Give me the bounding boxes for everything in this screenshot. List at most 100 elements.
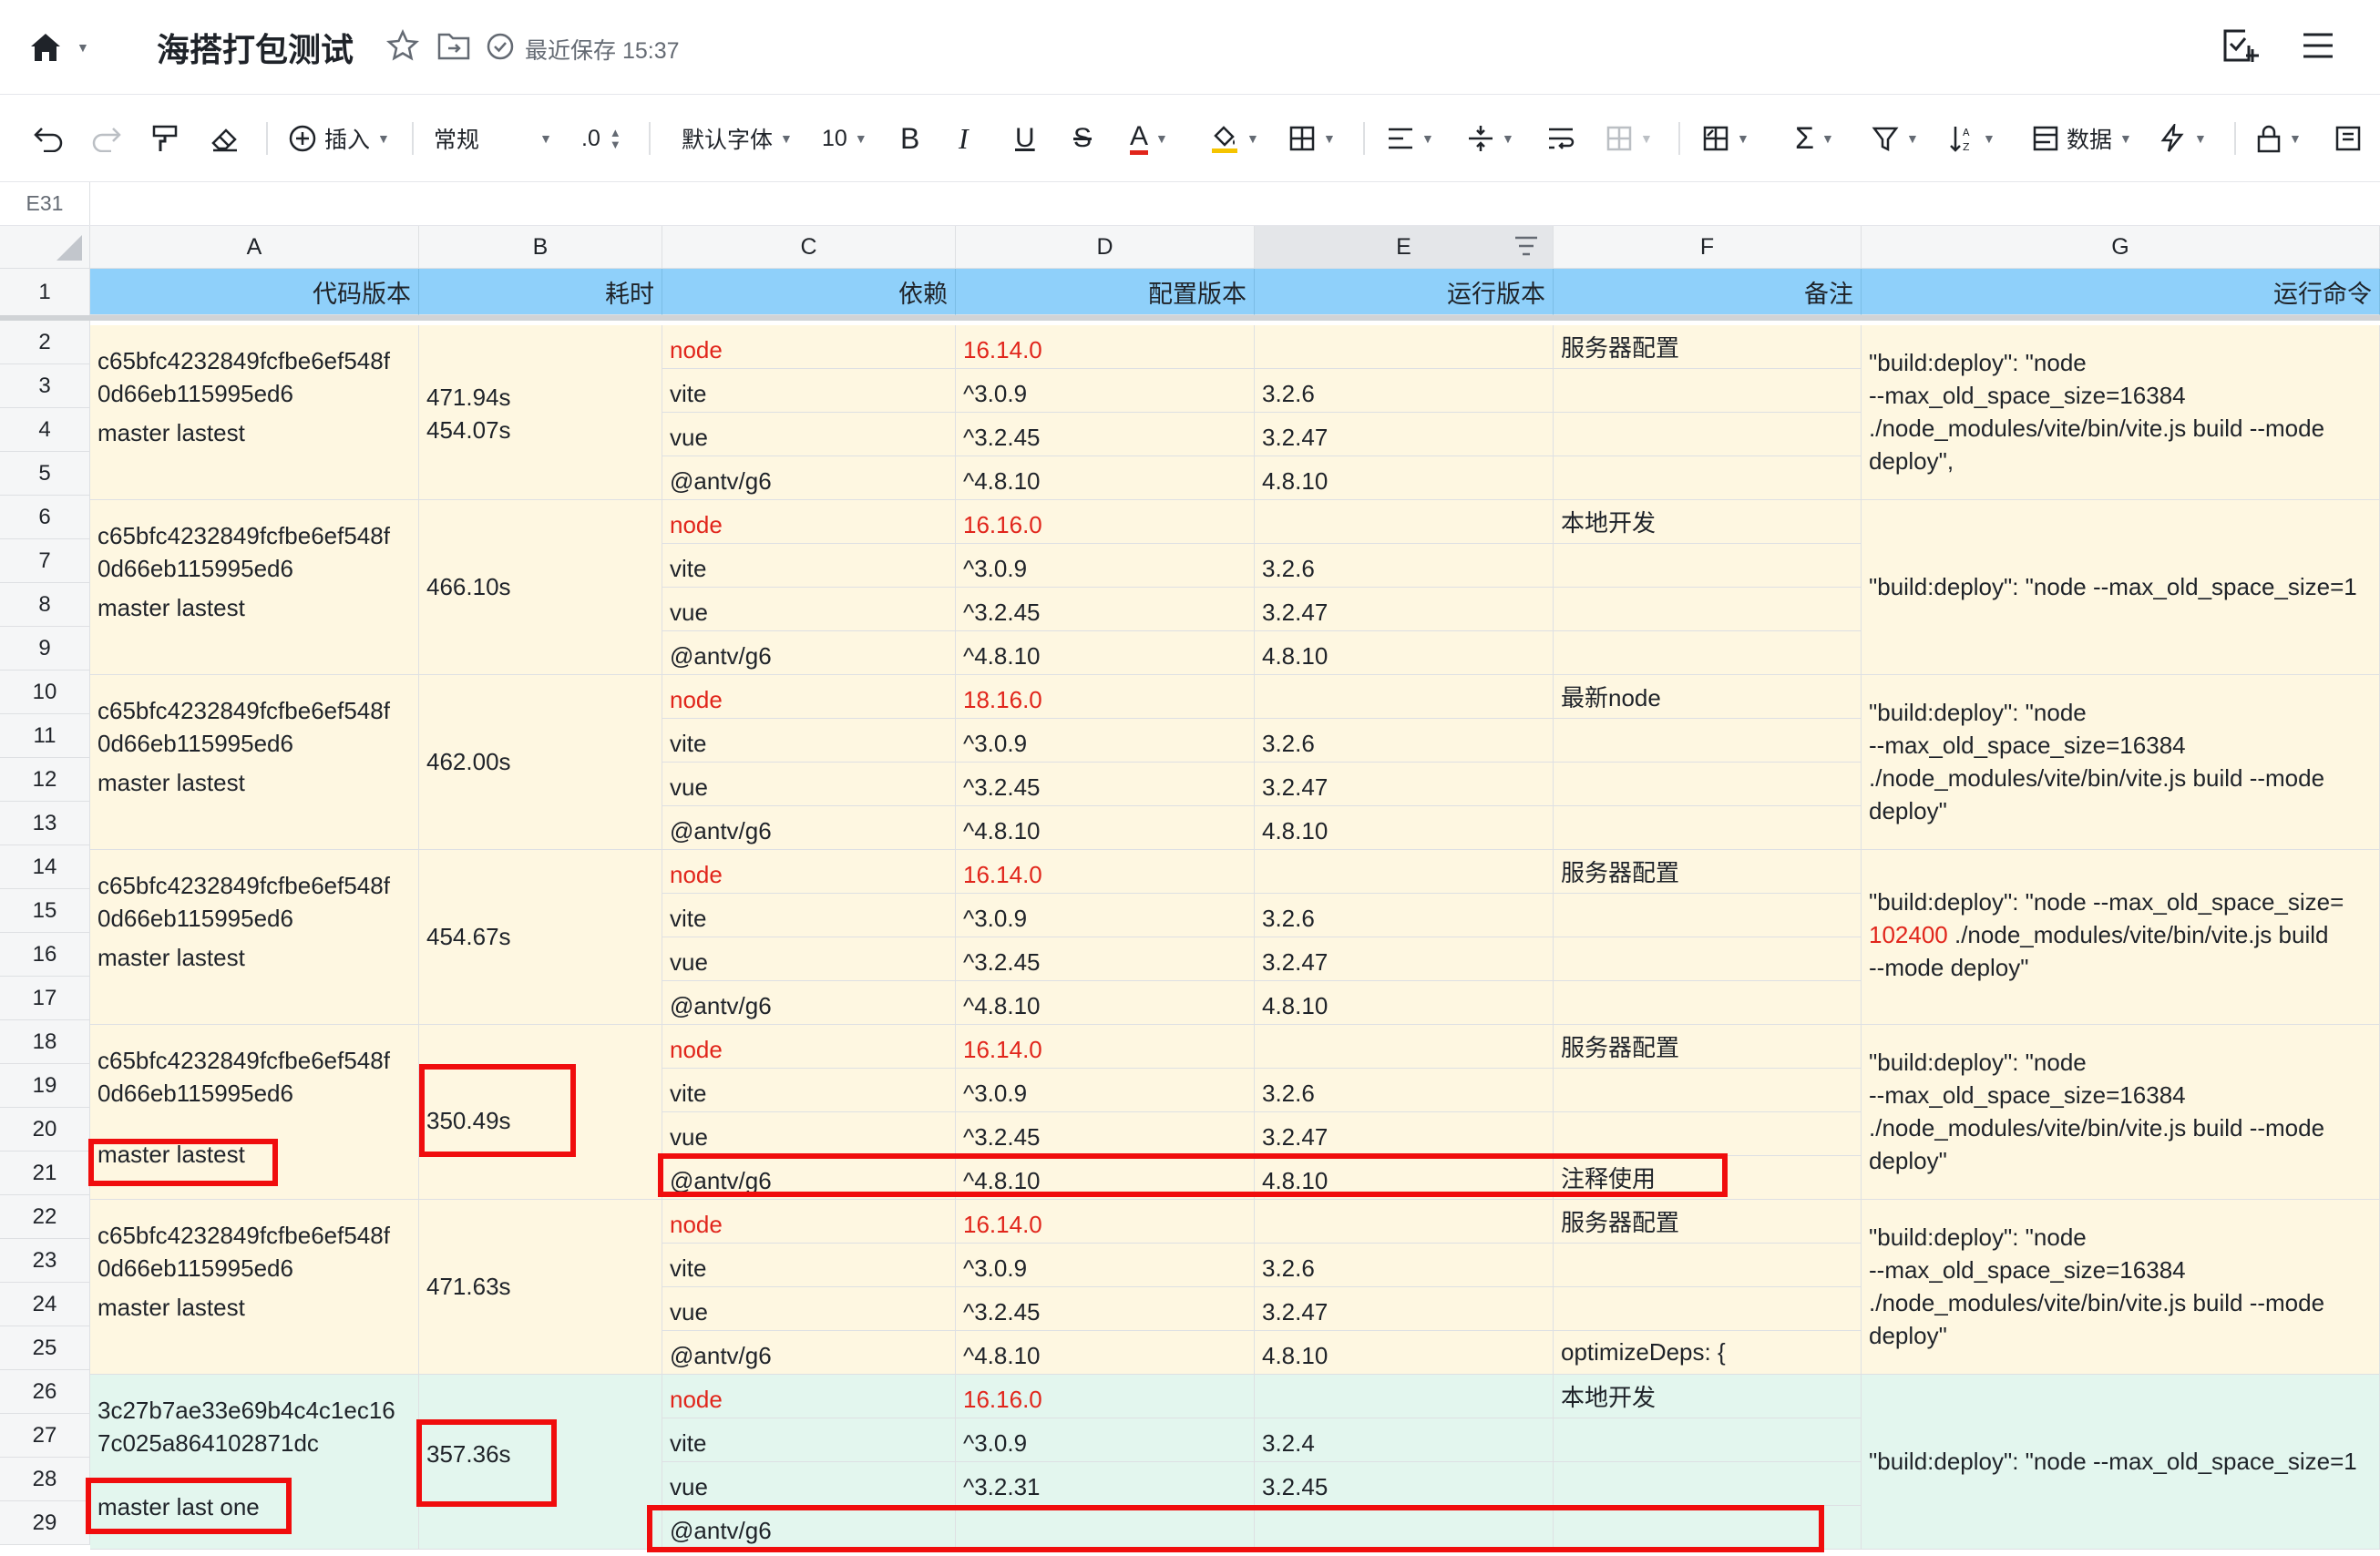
note-cell[interactable] bbox=[1554, 763, 1862, 806]
row-header[interactable]: 8 bbox=[0, 583, 90, 627]
run-version-cell[interactable]: 4.8.10 bbox=[1255, 806, 1554, 850]
column-header-g[interactable]: G bbox=[1862, 226, 2380, 269]
select-all-corner[interactable] bbox=[0, 226, 90, 269]
run-command-cell[interactable]: "build:deploy": "node --max_old_space_si… bbox=[1862, 1375, 2380, 1550]
config-version-cell[interactable] bbox=[956, 1506, 1255, 1550]
config-version-cell[interactable]: ^3.2.31 bbox=[956, 1462, 1255, 1506]
run-version-cell[interactable]: 3.2.6 bbox=[1255, 894, 1554, 937]
run-version-cell[interactable] bbox=[1255, 1025, 1554, 1069]
column-header-c[interactable]: C bbox=[662, 226, 956, 269]
run-command-cell[interactable]: "build:deploy": "node --max_old_space_si… bbox=[1862, 500, 2380, 675]
row-header[interactable]: 16 bbox=[0, 933, 90, 977]
run-version-cell[interactable]: 3.2.6 bbox=[1255, 544, 1554, 588]
run-version-cell[interactable]: 3.2.47 bbox=[1255, 937, 1554, 981]
note-cell[interactable] bbox=[1554, 981, 1862, 1025]
row-header[interactable]: 12 bbox=[0, 758, 90, 802]
config-version-cell[interactable]: ^3.2.45 bbox=[956, 1112, 1255, 1156]
note-cell[interactable]: 注释使用 bbox=[1554, 1156, 1862, 1200]
dependency-cell[interactable]: node bbox=[662, 325, 956, 369]
dependency-cell[interactable]: vite bbox=[662, 544, 956, 588]
run-command-cell[interactable]: "build:deploy": "node --max_old_space_siz… bbox=[1862, 1025, 2380, 1200]
row-header[interactable]: 13 bbox=[0, 802, 90, 845]
dependency-cell[interactable]: node bbox=[662, 675, 956, 719]
column-header-a[interactable]: A bbox=[90, 226, 419, 269]
run-command-cell[interactable]: "build:deploy": "node --max_old_space_siz… bbox=[1862, 325, 2380, 500]
header-cell[interactable]: 依赖 bbox=[662, 269, 956, 315]
note-cell[interactable] bbox=[1554, 413, 1862, 456]
run-version-cell[interactable]: 3.2.47 bbox=[1255, 763, 1554, 806]
note-cell[interactable] bbox=[1554, 1112, 1862, 1156]
duration-cell[interactable]: 350.49s bbox=[419, 1025, 662, 1200]
duration-cell[interactable]: 454.67s bbox=[419, 850, 662, 1025]
code-version-cell[interactable]: c65bfc4232849fcfbe6ef548f 0d66eb115995ed6… bbox=[90, 500, 419, 675]
column-header-f[interactable]: F bbox=[1554, 226, 1862, 269]
dependency-cell[interactable]: @antv/g6 bbox=[662, 1331, 956, 1375]
note-cell[interactable]: 本地开发 bbox=[1554, 1375, 1862, 1418]
note-cell[interactable] bbox=[1554, 719, 1862, 763]
dependency-cell[interactable]: vue bbox=[662, 1112, 956, 1156]
dependency-cell[interactable]: @antv/g6 bbox=[662, 631, 956, 675]
config-version-cell[interactable]: 16.14.0 bbox=[956, 850, 1255, 894]
config-version-cell[interactable]: ^4.8.10 bbox=[956, 806, 1255, 850]
column-filter-icon[interactable] bbox=[1513, 235, 1539, 259]
dependency-cell[interactable]: vite bbox=[662, 719, 956, 763]
config-version-cell[interactable]: ^4.8.10 bbox=[956, 631, 1255, 675]
row-header[interactable]: 24 bbox=[0, 1283, 90, 1326]
run-version-cell[interactable]: 3.2.47 bbox=[1255, 588, 1554, 631]
note-cell[interactable] bbox=[1554, 1287, 1862, 1331]
note-cell[interactable] bbox=[1554, 588, 1862, 631]
note-cell[interactable] bbox=[1554, 894, 1862, 937]
column-header-b[interactable]: B bbox=[419, 226, 662, 269]
duration-cell[interactable]: 471.63s bbox=[419, 1200, 662, 1375]
header-cell[interactable]: 备注 bbox=[1554, 269, 1862, 315]
run-version-cell[interactable]: 4.8.10 bbox=[1255, 456, 1554, 500]
dependency-cell[interactable]: vue bbox=[662, 1287, 956, 1331]
dependency-cell[interactable]: vite bbox=[662, 369, 956, 413]
config-version-cell[interactable]: ^3.2.45 bbox=[956, 588, 1255, 631]
header-cell[interactable]: 代码版本 bbox=[90, 269, 419, 315]
config-version-cell[interactable]: ^3.0.9 bbox=[956, 1069, 1255, 1112]
run-version-cell[interactable] bbox=[1255, 1506, 1554, 1550]
note-cell[interactable] bbox=[1554, 456, 1862, 500]
config-version-cell[interactable]: ^3.0.9 bbox=[956, 1244, 1255, 1287]
duration-cell[interactable]: 462.00s bbox=[419, 675, 662, 850]
code-version-cell[interactable]: 3c27b7ae33e69b4c4c1ec16 7c025a864102871dc… bbox=[90, 1375, 419, 1550]
run-version-cell[interactable]: 3.2.47 bbox=[1255, 1112, 1554, 1156]
duration-cell[interactable]: 466.10s bbox=[419, 500, 662, 675]
note-cell[interactable] bbox=[1554, 1244, 1862, 1287]
note-cell[interactable] bbox=[1554, 631, 1862, 675]
dependency-cell[interactable]: vite bbox=[662, 1418, 956, 1462]
run-version-cell[interactable]: 3.2.47 bbox=[1255, 1287, 1554, 1331]
config-version-cell[interactable]: ^3.0.9 bbox=[956, 894, 1255, 937]
header-cell[interactable]: 配置版本 bbox=[956, 269, 1255, 315]
row-header[interactable]: 21 bbox=[0, 1152, 90, 1195]
code-version-cell[interactable]: c65bfc4232849fcfbe6ef548f 0d66eb115995ed6… bbox=[90, 1025, 419, 1200]
dependency-cell[interactable]: node bbox=[662, 1025, 956, 1069]
note-cell[interactable]: 本地开发 bbox=[1554, 500, 1862, 544]
run-version-cell[interactable]: 3.2.6 bbox=[1255, 1244, 1554, 1287]
note-cell[interactable]: 服务器配置 bbox=[1554, 1025, 1862, 1069]
config-version-cell[interactable]: 16.16.0 bbox=[956, 500, 1255, 544]
note-cell[interactable] bbox=[1554, 1462, 1862, 1506]
note-cell[interactable]: 服务器配置 bbox=[1554, 325, 1862, 369]
config-version-cell[interactable]: 16.14.0 bbox=[956, 1200, 1255, 1244]
run-version-cell[interactable]: 3.2.6 bbox=[1255, 369, 1554, 413]
row-header[interactable]: 26 bbox=[0, 1370, 90, 1414]
dependency-cell[interactable]: @antv/g6 bbox=[662, 1506, 956, 1550]
config-version-cell[interactable]: ^3.0.9 bbox=[956, 369, 1255, 413]
run-version-cell[interactable] bbox=[1255, 850, 1554, 894]
duration-cell[interactable]: 471.94s 454.07s bbox=[419, 325, 662, 500]
dependency-cell[interactable]: vue bbox=[662, 937, 956, 981]
header-cell[interactable]: 耗时 bbox=[419, 269, 662, 315]
row-header[interactable]: 22 bbox=[0, 1195, 90, 1239]
config-version-cell[interactable]: ^4.8.10 bbox=[956, 1156, 1255, 1200]
code-version-cell[interactable]: c65bfc4232849fcfbe6ef548f 0d66eb115995ed6… bbox=[90, 1200, 419, 1375]
config-version-cell[interactable]: ^3.2.45 bbox=[956, 763, 1255, 806]
note-cell[interactable] bbox=[1554, 806, 1862, 850]
dependency-cell[interactable]: node bbox=[662, 500, 956, 544]
config-version-cell[interactable]: ^3.2.45 bbox=[956, 413, 1255, 456]
run-command-cell[interactable]: "build:deploy": "node --max_old_space_si… bbox=[1862, 850, 2380, 1025]
config-version-cell[interactable]: ^3.0.9 bbox=[956, 544, 1255, 588]
dependency-cell[interactable]: vue bbox=[662, 763, 956, 806]
note-cell[interactable] bbox=[1554, 1069, 1862, 1112]
